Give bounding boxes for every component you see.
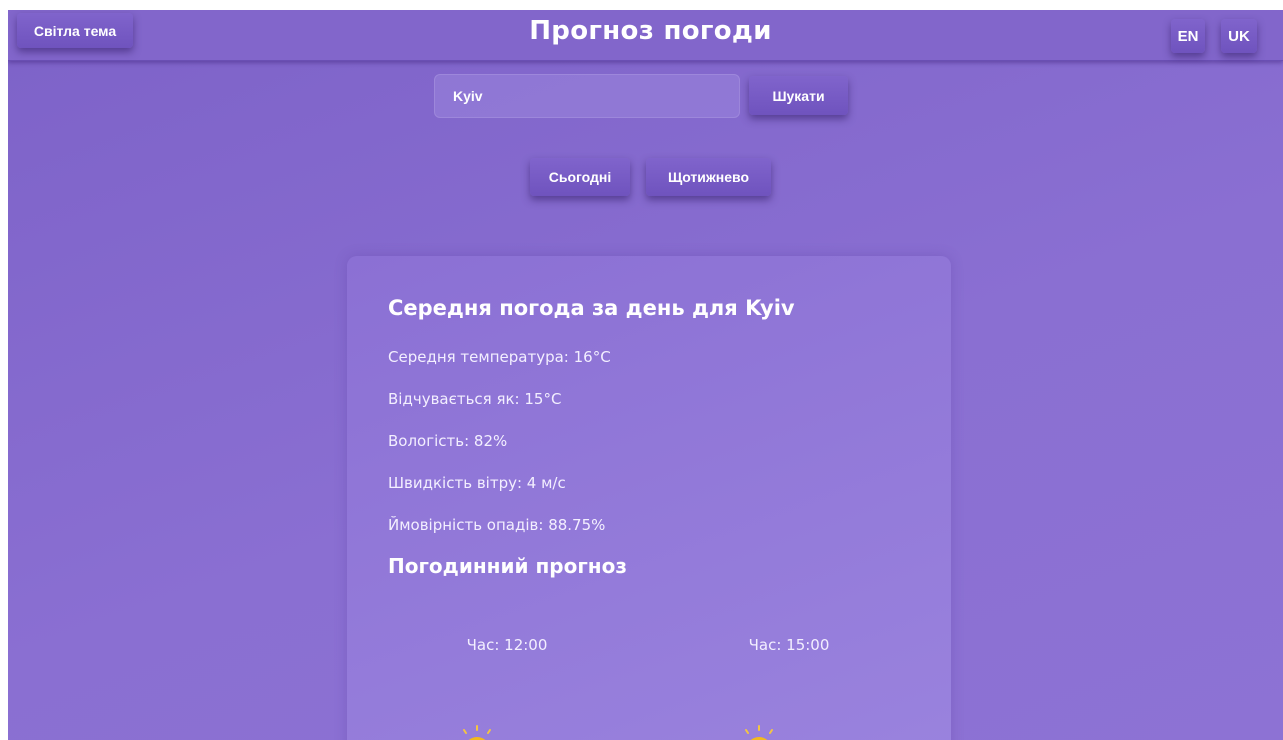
avg-temperature: Середня температура: 16°C bbox=[388, 348, 611, 366]
city-search-input[interactable] bbox=[434, 74, 740, 118]
precipitation-probability: Ймовірність опадів: 88.75% bbox=[388, 516, 606, 534]
tab-today[interactable]: Сьогодні bbox=[530, 158, 630, 196]
app-root: Світла тема Прогноз погоди EN UK Шукати … bbox=[8, 10, 1283, 740]
partly-cloudy-icon bbox=[463, 725, 491, 740]
hourly-time-label: Час: 15:00 bbox=[748, 636, 830, 654]
hourly-time-label: Час: 12:00 bbox=[466, 636, 548, 654]
partly-cloudy-icon bbox=[745, 725, 773, 740]
daily-summary-title: Середня погода за день для Kyiv bbox=[388, 296, 795, 320]
language-uk-button[interactable]: UK bbox=[1221, 19, 1257, 53]
tab-weekly[interactable]: Щотижнево bbox=[646, 158, 771, 196]
wind-speed: Швидкість вітру: 4 м/с bbox=[388, 474, 566, 492]
feels-like: Відчувається як: 15°C bbox=[388, 390, 562, 408]
humidity: Вологість: 82% bbox=[388, 432, 508, 450]
hourly-forecast-title: Погодинний прогноз bbox=[388, 554, 627, 578]
search-button[interactable]: Шукати bbox=[749, 76, 848, 115]
page-title: Прогноз погоди bbox=[529, 16, 772, 46]
language-en-button[interactable]: EN bbox=[1171, 19, 1205, 53]
weather-card: Середня погода за день для Kyiv Середня … bbox=[347, 256, 951, 740]
header-bar: Світла тема Прогноз погоди EN UK bbox=[8, 10, 1283, 61]
